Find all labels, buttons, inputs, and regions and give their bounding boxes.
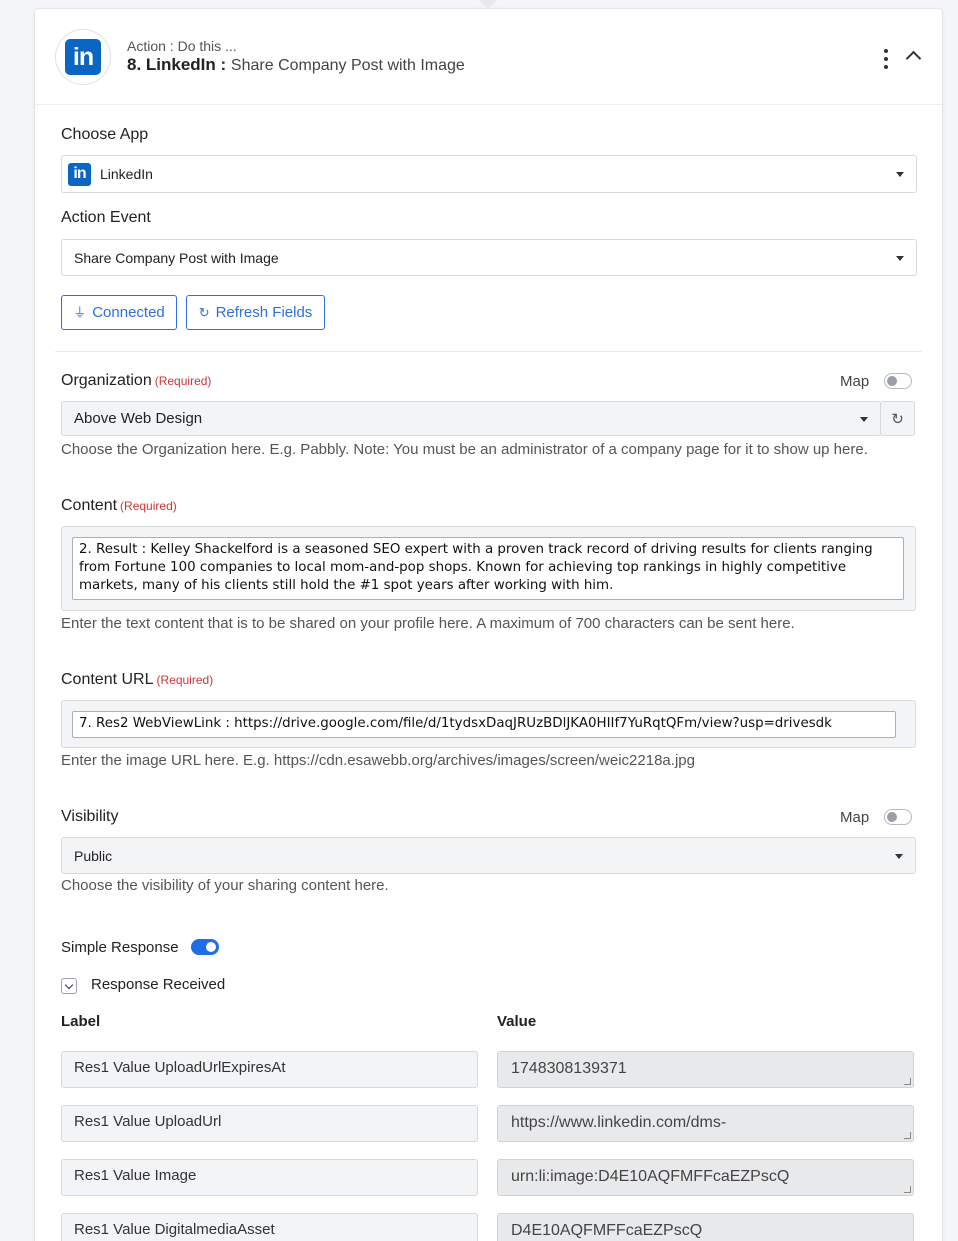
required-badge: (Required)	[154, 374, 212, 388]
organization-value: Above Web Design	[74, 410, 203, 427]
refresh-fields-button[interactable]: ↻ Refresh Fields	[186, 295, 325, 330]
action-event-value: Share Company Post with Image	[74, 249, 279, 266]
visibility-map-toggle[interactable]	[884, 809, 912, 825]
content-url-label: Content URL (Required)	[61, 671, 213, 689]
chevron-down-icon	[896, 255, 904, 261]
resize-handle-icon[interactable]	[904, 1132, 911, 1139]
response-value-text: D4E10AQFMFFcaEZPscQ	[511, 1222, 703, 1239]
more-options-icon[interactable]	[881, 49, 891, 69]
chevron-down-icon	[895, 853, 903, 859]
organization-refresh-button[interactable]: ↻	[880, 401, 915, 436]
content-url-input[interactable]: 7. Res2 WebViewLink : https://drive.goog…	[72, 711, 896, 738]
value-column-header: Value	[497, 1013, 537, 1030]
organization-help-text: Choose the Organization here. E.g. Pabbl…	[61, 441, 868, 458]
choose-app-label: Choose App	[61, 126, 149, 143]
step-header[interactable]: in Action : Do this ... 8. LinkedIn : Sh…	[35, 9, 942, 105]
step-app-name: 8. LinkedIn :	[127, 55, 227, 74]
connected-button-label: Connected	[92, 304, 165, 321]
response-label-field[interactable]: Res1 Value UploadUrlExpiresAt	[61, 1051, 478, 1088]
visibility-map-label: Map	[840, 809, 870, 826]
content-url-label-text: Content URL	[61, 671, 154, 688]
response-label-field[interactable]: Res1 Value Image	[61, 1159, 478, 1196]
action-event-select[interactable]: Share Company Post with Image	[61, 239, 917, 276]
response-value-text: https://www.linkedin.com/dms-	[511, 1114, 727, 1131]
linkedin-icon: in	[65, 39, 101, 75]
response-received-toggle-checkbox[interactable]	[61, 978, 77, 994]
step-event-name: Share Company Post with Image	[230, 57, 465, 74]
simple-response-label: Simple Response	[61, 939, 179, 956]
label-column-header: Label	[61, 1013, 101, 1030]
step-title: 8. LinkedIn : Share Company Post with Im…	[127, 55, 465, 75]
organization-map-label: Map	[840, 373, 870, 390]
plug-icon: ⏚	[73, 305, 87, 320]
resize-handle-icon[interactable]	[904, 1186, 911, 1193]
required-badge: (Required)	[156, 673, 214, 687]
response-value-field[interactable]: https://www.linkedin.com/dms-	[497, 1105, 914, 1142]
visibility-value: Public	[74, 847, 113, 864]
content-label: Content (Required)	[61, 497, 177, 515]
action-step-card: in Action : Do this ... 8. LinkedIn : Sh…	[34, 8, 943, 1241]
visibility-label: Visibility	[61, 808, 119, 825]
organization-map-toggle[interactable]	[884, 373, 912, 389]
section-divider	[55, 351, 922, 352]
response-value-text: urn:li:image:D4E10AQFMFFcaEZPscQ	[511, 1168, 790, 1185]
response-value-field[interactable]: 1748308139371	[497, 1051, 914, 1088]
simple-response-toggle[interactable]	[191, 939, 219, 955]
response-value-field[interactable]: D4E10AQFMFFcaEZPscQ	[497, 1213, 914, 1241]
visibility-select[interactable]: Public	[61, 837, 916, 874]
refresh-icon: ↻	[198, 305, 210, 320]
refresh-icon: ↻	[891, 410, 904, 428]
action-event-label: Action Event	[61, 209, 151, 226]
chevron-down-icon	[860, 416, 868, 422]
organization-select[interactable]: Above Web Design	[61, 401, 881, 436]
app-logo: in	[55, 29, 111, 85]
content-label-text: Content	[61, 497, 118, 514]
response-label-field[interactable]: Res1 Value DigitalmediaAsset	[61, 1213, 478, 1241]
resize-handle-icon[interactable]	[904, 1078, 911, 1085]
refresh-fields-button-label: Refresh Fields	[215, 304, 313, 321]
visibility-help-text: Choose the visibility of your sharing co…	[61, 877, 389, 894]
content-help-text: Enter the text content that is to be sha…	[61, 615, 795, 632]
content-textarea[interactable]: 2. Result : Kelley Shackelford is a seas…	[72, 537, 904, 600]
content-url-help-text: Enter the image URL here. E.g. https://c…	[61, 752, 695, 769]
response-received-label: Response Received	[91, 976, 226, 993]
response-value-text: 1748308139371	[511, 1060, 627, 1077]
required-badge: (Required)	[120, 499, 177, 513]
organization-label: Organization (Required)	[61, 372, 211, 390]
organization-label-text: Organization	[61, 372, 152, 389]
choose-app-select[interactable]: in LinkedIn	[61, 155, 917, 193]
response-label-field[interactable]: Res1 Value UploadUrl	[61, 1105, 478, 1142]
response-value-field[interactable]: urn:li:image:D4E10AQFMFFcaEZPscQ	[497, 1159, 914, 1196]
chevron-down-icon	[896, 172, 904, 177]
connected-button[interactable]: ⏚ Connected	[61, 295, 177, 330]
linkedin-icon: in	[68, 162, 91, 186]
choose-app-value: LinkedIn	[100, 166, 153, 182]
collapse-chevron-icon[interactable]	[903, 45, 923, 65]
action-label: Action : Do this ...	[127, 38, 237, 54]
